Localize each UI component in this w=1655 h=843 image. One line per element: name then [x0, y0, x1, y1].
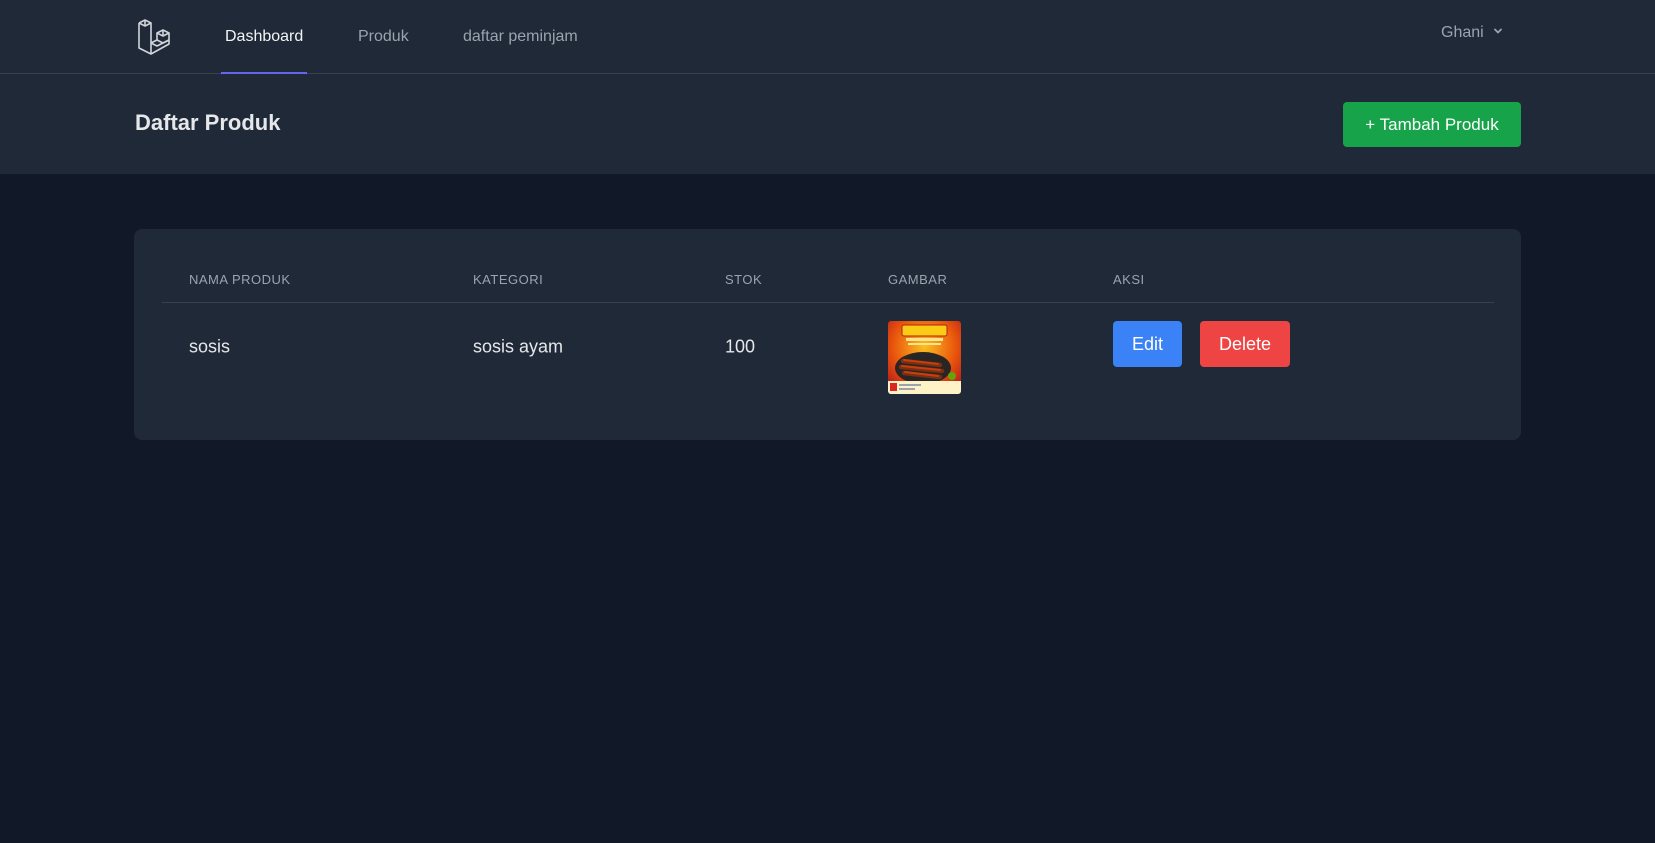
chevron-down-icon — [1492, 24, 1504, 42]
laravel-logo-icon[interactable] — [136, 17, 176, 57]
top-navigation: Dashboard Produk daftar peminjam Ghani — [0, 0, 1655, 74]
nav-link-daftar-peminjam[interactable]: daftar peminjam — [463, 0, 578, 74]
nav-link-label: Produk — [358, 28, 409, 45]
cell-kategori: sosis ayam — [473, 336, 564, 357]
nav-link-produk[interactable]: Produk — [358, 0, 409, 74]
cell-nama-produk: sosis — [189, 336, 231, 357]
cell-stok: 100 — [725, 336, 756, 357]
edit-button[interactable]: Edit — [1113, 321, 1182, 367]
user-name: Ghani — [1441, 24, 1484, 41]
page-title: Daftar Produk — [135, 110, 281, 135]
product-table: NAMA PRODUK KATEGORI STOK GAMBAR AKSI so… — [134, 229, 1521, 440]
nav-link-label: Dashboard — [225, 28, 304, 45]
product-image — [888, 321, 961, 394]
column-header-gambar: GAMBAR — [888, 272, 948, 287]
delete-button[interactable]: Delete — [1200, 321, 1290, 367]
column-header-aksi: AKSI — [1113, 272, 1145, 287]
page-header: Daftar Produk + Tambah Produk — [0, 74, 1655, 174]
table-header-divider — [162, 302, 1494, 303]
column-header-kategori: KATEGORI — [473, 272, 544, 287]
add-product-button[interactable]: + Tambah Produk — [1343, 102, 1521, 147]
nav-link-label: daftar peminjam — [463, 28, 578, 45]
column-header-stok: STOK — [725, 272, 763, 287]
nav-link-dashboard[interactable]: Dashboard — [221, 0, 308, 74]
user-dropdown[interactable]: Ghani — [1441, 24, 1504, 42]
column-header-nama-produk: NAMA PRODUK — [189, 272, 291, 287]
